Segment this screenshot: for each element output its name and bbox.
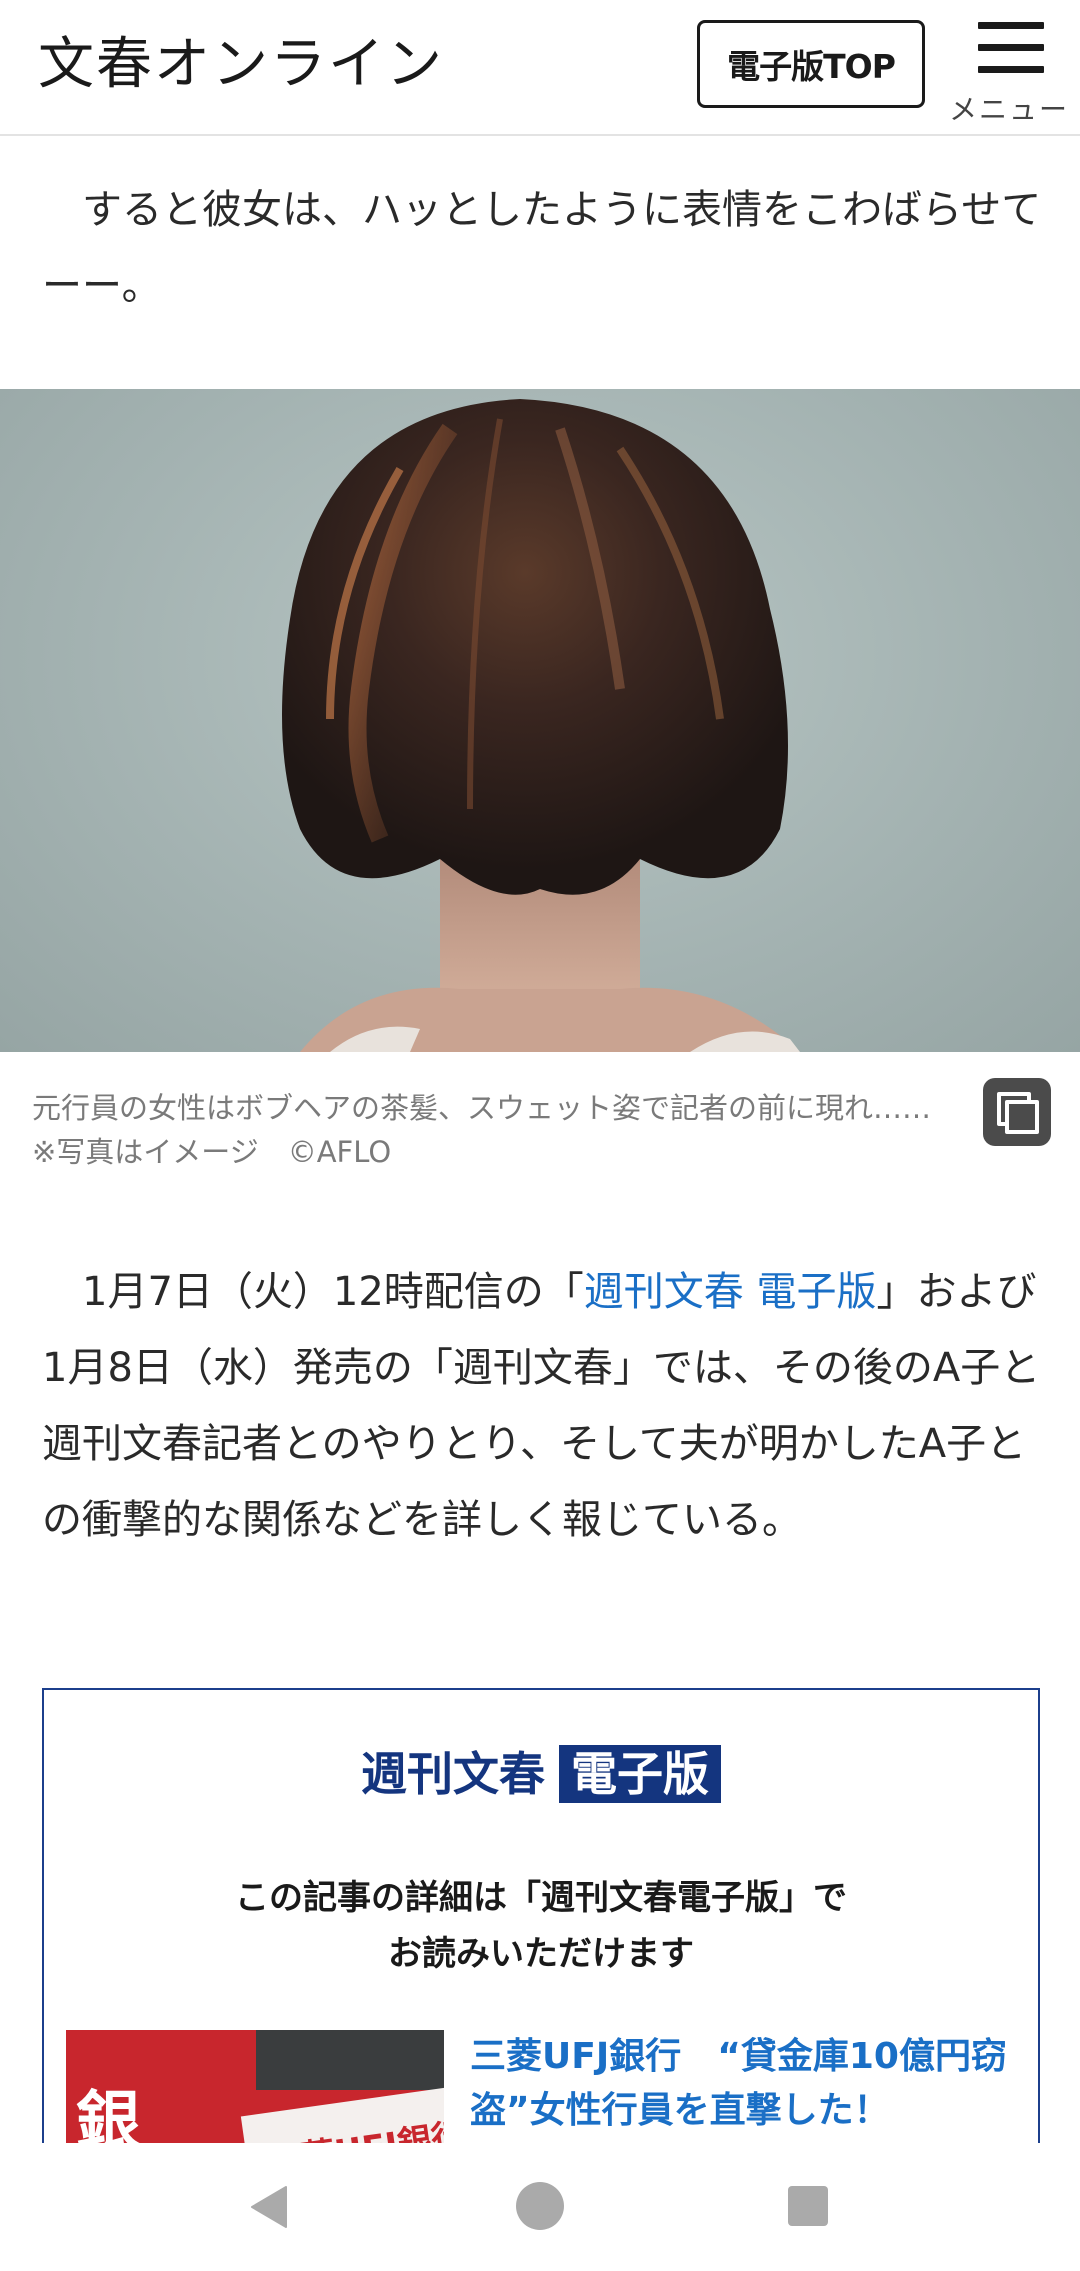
- promo-line: この記事の詳細は「週刊文春電子版」で: [235, 1878, 847, 1918]
- site-header: 文春オンライン 電子版TOP メニュー: [0, 0, 1080, 136]
- hamburger-icon: [978, 20, 1044, 76]
- system-nav-bar: [0, 2143, 1080, 2271]
- logo-badge: 電子版: [559, 1745, 721, 1803]
- promo-line: お読みいただけます: [388, 1934, 694, 1974]
- promo-article-title[interactable]: 三菱UFJ銀行 “貸金庫10億円窃盗”女性行員を直撃した！: [470, 2030, 1030, 2138]
- recent-apps-icon[interactable]: [788, 2186, 828, 2226]
- home-icon[interactable]: [516, 2182, 564, 2230]
- promo-message: この記事の詳細は「週刊文春電子版」で お読みいただけます: [44, 1870, 1038, 1982]
- site-logo[interactable]: 文春オンライン: [38, 30, 444, 100]
- logo-main: 週刊文春: [361, 1747, 545, 1801]
- article-paragraph: 1月7日（火）12時配信の「週刊文春 電子版」および1月8日（水）発売の「週刊文…: [42, 1254, 1042, 1558]
- article-photo[interactable]: [0, 389, 1080, 1052]
- copy-icon[interactable]: [983, 1078, 1051, 1146]
- article-paragraph: すると彼女は、ハッとしたように表情をこわばらせてーー。: [42, 187, 1042, 309]
- digital-top-button[interactable]: 電子版TOP: [697, 20, 925, 108]
- paragraph-text: 1月7日（火）12時配信の「: [42, 1269, 584, 1315]
- menu-label: メニュー: [948, 93, 1069, 126]
- back-icon[interactable]: [248, 2185, 292, 2229]
- bunshun-digital-logo[interactable]: 週刊文春 電子版: [44, 1738, 1038, 1804]
- bob-hair-woman-image: [282, 399, 800, 1052]
- image-caption: 元行員の女性はボブヘアの茶髪、スウェット姿で記者の前に現れ…… ※写真はイメージ…: [32, 1091, 961, 1169]
- digital-edition-link[interactable]: 週刊文春 電子版: [584, 1269, 877, 1315]
- menu-button[interactable]: メニュー: [946, 18, 1072, 126]
